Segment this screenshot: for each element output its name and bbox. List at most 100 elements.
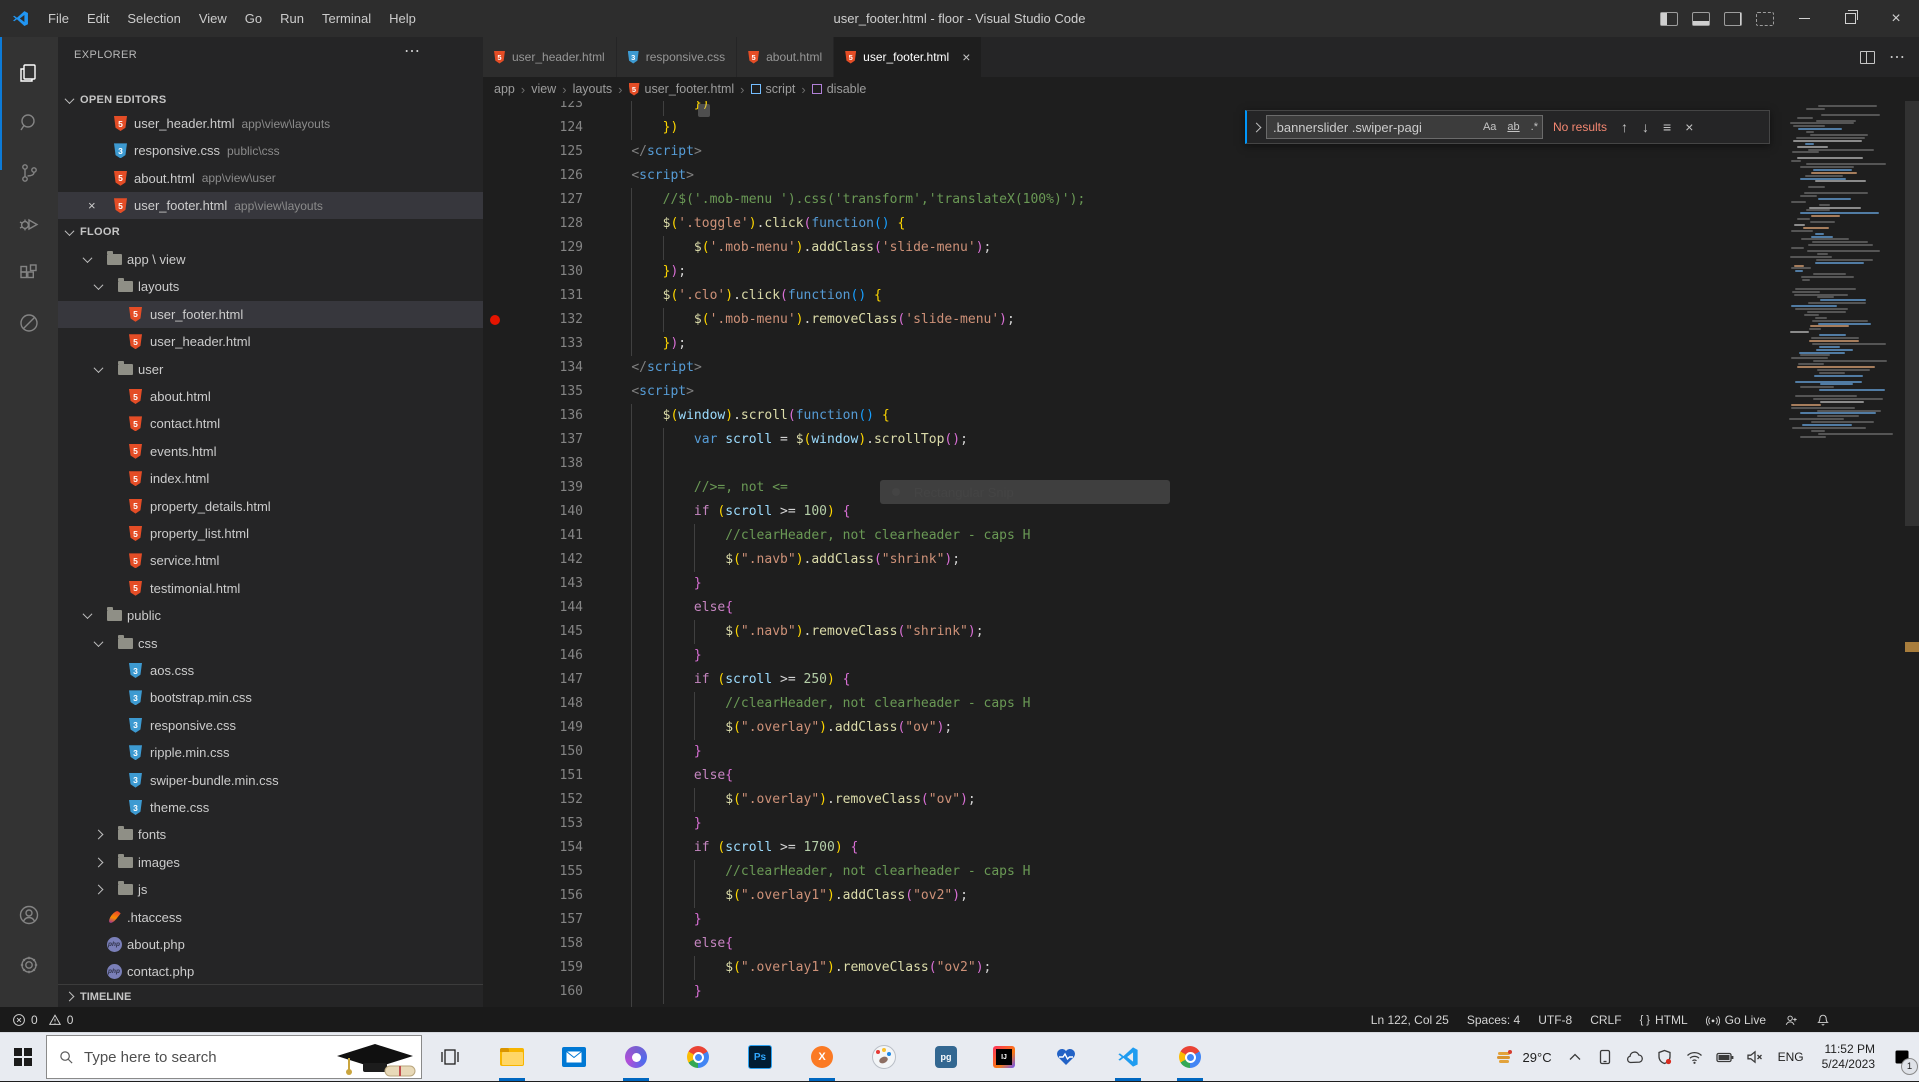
open-editor-user_footer.html[interactable]: ×5user_footer.htmlapp\view\layouts xyxy=(58,192,483,219)
taskbar-search-input[interactable]: Type here to search xyxy=(46,1035,422,1079)
taskbar-paint-icon[interactable] xyxy=(860,1033,908,1081)
next-match-icon[interactable]: ↓ xyxy=(1642,119,1649,135)
project-header[interactable]: FLOOR xyxy=(58,220,483,244)
tree-item-js[interactable]: js xyxy=(58,876,483,903)
line-number[interactable]: 134 xyxy=(483,356,583,380)
regex-icon[interactable]: .* xyxy=(1531,121,1542,133)
tree-item-service.html[interactable]: 5service.html xyxy=(58,547,483,574)
source-control-icon[interactable] xyxy=(0,148,58,198)
line-number[interactable]: 130 xyxy=(483,260,583,284)
temperature-label[interactable]: 29°C xyxy=(1523,1050,1552,1065)
menu-go[interactable]: Go xyxy=(236,11,271,26)
status-cursor-position[interactable]: Ln 122, Col 25 xyxy=(1362,1013,1458,1027)
clock[interactable]: 11:52 PM 5/24/2023 xyxy=(1822,1042,1875,1072)
weather-icon[interactable] xyxy=(1491,1033,1517,1081)
toggle-panel-icon[interactable] xyxy=(1692,12,1710,26)
tree-item-app\view[interactable]: app \ view xyxy=(58,246,483,273)
editor-scrollbar[interactable] xyxy=(1905,101,1919,1007)
taskbar-vscode-icon[interactable] xyxy=(1104,1033,1152,1081)
notification-center-icon[interactable]: 1 xyxy=(1885,1033,1919,1081)
settings-gear-icon[interactable] xyxy=(0,940,58,990)
tree-item-responsive.css[interactable]: 3responsive.css xyxy=(58,712,483,739)
language-indicator[interactable]: ENG xyxy=(1778,1050,1804,1064)
customize-layout-icon[interactable] xyxy=(1756,12,1774,26)
line-number[interactable]: 135 xyxy=(483,380,583,404)
tree-item-user_header.html[interactable]: 5user_header.html xyxy=(58,328,483,355)
line-number[interactable]: 129 xyxy=(483,236,583,260)
tree-item-bootstrap.min.css[interactable]: 3bootstrap.min.css xyxy=(58,684,483,711)
tree-item-.htaccess[interactable]: .htaccess xyxy=(58,904,483,931)
start-button[interactable] xyxy=(0,1033,46,1081)
taskbar-pgadmin-icon[interactable]: pg xyxy=(922,1033,970,1081)
line-number[interactable]: 140 xyxy=(483,500,583,524)
tree-item-public[interactable]: public xyxy=(58,602,483,629)
tree-item-theme.css[interactable]: 3theme.css xyxy=(58,794,483,821)
menu-selection[interactable]: Selection xyxy=(118,11,189,26)
restore-button[interactable] xyxy=(1827,0,1873,37)
tree-item-ripple.min.css[interactable]: 3ripple.min.css xyxy=(58,739,483,766)
line-number[interactable]: 141 xyxy=(483,524,583,548)
line-number[interactable]: 156 xyxy=(483,884,583,908)
tree-item-user[interactable]: user xyxy=(58,356,483,383)
editor-more-actions-icon[interactable]: ⋯ xyxy=(1889,47,1905,67)
tab-user_header.html[interactable]: 5user_header.html xyxy=(483,37,617,77)
taskbar-mail-icon[interactable] xyxy=(550,1033,598,1081)
taskbar-task-view-icon[interactable] xyxy=(426,1033,474,1081)
taskbar-photoshop-icon[interactable]: Ps xyxy=(736,1033,784,1081)
minimize-button[interactable] xyxy=(1781,0,1827,37)
line-number[interactable]: 127 xyxy=(483,188,583,212)
onedrive-cloud-icon[interactable] xyxy=(1622,1033,1648,1081)
tree-item-property_list.html[interactable]: 5property_list.html xyxy=(58,520,483,547)
menu-view[interactable]: View xyxy=(190,11,236,26)
line-number[interactable]: 144 xyxy=(483,596,583,620)
breadcrumb-view[interactable]: view xyxy=(531,82,556,96)
minimap[interactable] xyxy=(1785,101,1905,1007)
taskbar-file-explorer-icon[interactable] xyxy=(488,1033,536,1081)
menu-edit[interactable]: Edit xyxy=(78,11,118,26)
tree-item-fonts[interactable]: fonts xyxy=(58,821,483,848)
tree-item-contact.html[interactable]: 5contact.html xyxy=(58,410,483,437)
close-editor-icon[interactable]: × xyxy=(88,198,96,213)
tree-item-css[interactable]: css xyxy=(58,630,483,657)
tree-item-images[interactable]: images xyxy=(58,849,483,876)
breadcrumb-app[interactable]: app xyxy=(494,82,515,96)
line-number[interactable]: 139 xyxy=(483,476,583,500)
line-number[interactable]: 128 xyxy=(483,212,583,236)
errors-icon[interactable] xyxy=(12,1013,26,1027)
breadcrumb-script[interactable]: script xyxy=(751,82,796,96)
split-editor-icon[interactable] xyxy=(1860,51,1875,64)
tree-item-testimonial.html[interactable]: 5testimonial.html xyxy=(58,575,483,602)
taskbar-intellij-icon[interactable]: IJ xyxy=(980,1033,1028,1081)
account-icon[interactable] xyxy=(0,890,58,940)
open-editor-about.html[interactable]: 5about.htmlapp\view\user xyxy=(58,165,483,192)
tree-item-about.php[interactable]: phpabout.php xyxy=(58,931,483,958)
open-editors-header[interactable]: OPEN EDITORS xyxy=(58,88,483,112)
find-in-selection-icon[interactable]: ≡ xyxy=(1663,119,1671,135)
line-number[interactable]: 159 xyxy=(483,956,583,980)
whole-word-icon[interactable]: ab xyxy=(1507,121,1523,133)
tree-item-about.html[interactable]: 5about.html xyxy=(58,383,483,410)
line-number[interactable]: 146 xyxy=(483,644,583,668)
line-number[interactable]: 160 xyxy=(483,980,583,1004)
tab-user_footer.html[interactable]: 5user_footer.html× xyxy=(834,37,982,77)
status-encoding[interactable]: UTF-8 xyxy=(1529,1013,1581,1027)
line-number[interactable]: 136 xyxy=(483,404,583,428)
line-number[interactable]: 143 xyxy=(483,572,583,596)
match-case-icon[interactable]: Aa xyxy=(1483,121,1500,133)
tree-item-events.html[interactable]: 5events.html xyxy=(58,438,483,465)
tree-item-index.html[interactable]: 5index.html xyxy=(58,465,483,492)
close-find-icon[interactable]: × xyxy=(1685,119,1693,135)
menu-help[interactable]: Help xyxy=(380,11,425,26)
taskbar-loop-icon[interactable] xyxy=(612,1033,660,1081)
line-number[interactable]: 157 xyxy=(483,908,583,932)
line-number[interactable]: 147 xyxy=(483,668,583,692)
wifi-icon[interactable] xyxy=(1682,1033,1708,1081)
line-number[interactable]: 125 xyxy=(483,140,583,164)
volume-muted-icon[interactable] xyxy=(1742,1033,1768,1081)
tablet-mode-icon[interactable] xyxy=(1592,1033,1618,1081)
line-number[interactable]: 158 xyxy=(483,932,583,956)
tree-item-swiper-bundle.min.css[interactable]: 3swiper-bundle.min.css xyxy=(58,767,483,794)
tab-responsive.css[interactable]: 3responsive.css xyxy=(617,37,737,77)
line-number[interactable]: 152 xyxy=(483,788,583,812)
timeline-header[interactable]: TIMELINE xyxy=(58,984,483,1007)
